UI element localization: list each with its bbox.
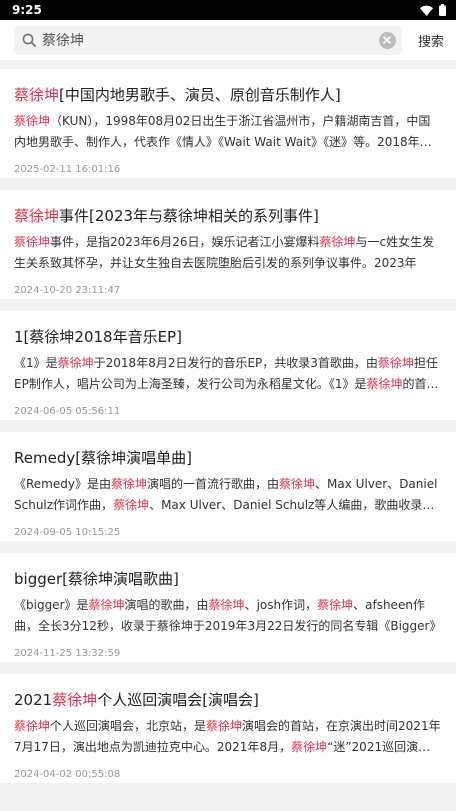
result-description: 蔡徐坤（KUN），1998年08月02日出生于浙江省温州市，户籍湖南吉首，中国内…: [14, 111, 442, 153]
result-title-part: 事件[2023年与蔡徐坤相关的系列事件]: [59, 207, 319, 225]
result-desc-part: 蔡徐坤: [14, 719, 51, 733]
close-icon: [383, 36, 392, 44]
result-title-part: 2021: [14, 691, 53, 709]
status-icons: [420, 4, 446, 16]
result-timestamp: 2024-11-25 13:32:59: [14, 648, 121, 659]
result-description: 蔡徐坤事件，是指2023年6月26日，娱乐记者江小宴爆料蔡徐坤与一c姓女生发生关…: [14, 232, 442, 274]
result-desc-part: 蔡徐坤: [279, 477, 316, 491]
result-timestamp: 2025-02-11 16:01:16: [14, 164, 121, 175]
wifi-icon: [420, 5, 433, 16]
result-card[interactable]: 1[蔡徐坤2018年音乐EP] 《1》是蔡徐坤于2018年8月2日发行的音乐EP…: [0, 311, 456, 420]
result-desc-part: 蔡徐坤: [88, 598, 125, 612]
result-card[interactable]: 2021蔡徐坤个人巡回演唱会[演唱会] 蔡徐坤个人巡回演唱会，北京站，是蔡徐坤演…: [0, 674, 456, 783]
result-title: bigger[蔡徐坤演唱歌曲]: [14, 569, 442, 589]
result-description: 《1》是蔡徐坤于2018年8月2日发行的音乐EP，共收录3首歌曲，由蔡徐坤担任E…: [14, 353, 442, 395]
result-desc-part: 蔡徐坤: [366, 377, 403, 391]
result-desc-part: 演唱的歌曲，由: [124, 598, 209, 612]
clear-search-button[interactable]: [378, 31, 396, 49]
search-box[interactable]: [14, 25, 402, 55]
result-desc-part: 蔡徐坤: [57, 356, 94, 370]
result-description: 蔡徐坤个人巡回演唱会，北京站，是蔡徐坤演唱会的首站，在京演出时间2021年7月1…: [14, 716, 442, 758]
result-title-part: bigger[蔡徐坤演唱歌曲]: [14, 570, 179, 588]
result-title-part: [中国内地男歌手、演员、原创音乐制作人]: [59, 86, 341, 104]
result-desc-part: 于2018年8月2日发行的音乐EP，共收录3首歌曲，由: [93, 356, 378, 370]
result-desc-part: 蔡徐坤: [291, 740, 328, 754]
result-title: 蔡徐坤[中国内地男歌手、演员、原创音乐制作人]: [14, 85, 442, 105]
result-desc-part: 蔡徐坤: [206, 719, 243, 733]
result-desc-part: 事件，是指2023年6月26日，娱乐记者江小宴爆料: [50, 235, 320, 249]
search-button[interactable]: 搜索: [418, 31, 444, 50]
result-desc-part: 演唱的一首流行歌曲，由: [147, 477, 280, 491]
result-timestamp: 2024-10-20 23:11:47: [14, 285, 121, 296]
battery-icon: [439, 4, 446, 16]
result-desc-part: 《bigger》是: [14, 598, 89, 612]
status-bar: 9:25: [0, 0, 456, 20]
result-title-part: 个人巡回演唱会[演唱会]: [97, 691, 259, 709]
result-desc-part: （KUN），1998年08月02日出生于浙江省温州市，户籍湖南吉首，中国内地男歌…: [14, 114, 432, 149]
results-list: 蔡徐坤[中国内地男歌手、演员、原创音乐制作人] 蔡徐坤（KUN），1998年08…: [0, 69, 456, 795]
result-desc-part: 个人巡回演唱会，北京站，是: [50, 719, 207, 733]
result-desc-part: 蔡徐坤: [113, 498, 150, 512]
status-time: 9:25: [12, 3, 42, 17]
result-card[interactable]: bigger[蔡徐坤演唱歌曲] 《bigger》是蔡徐坤演唱的歌曲，由蔡徐坤、j…: [0, 553, 456, 662]
result-desc-part: 《1》是: [14, 356, 58, 370]
result-desc-part: 《Remedy》是由: [14, 477, 111, 491]
result-description: 《Remedy》是由蔡徐坤演唱的一首流行歌曲，由蔡徐坤、Max Ulver、Da…: [14, 474, 442, 516]
result-card[interactable]: 蔡徐坤事件[2023年与蔡徐坤相关的系列事件] 蔡徐坤事件，是指2023年6月2…: [0, 190, 456, 299]
result-title-part: 蔡徐坤: [14, 207, 60, 225]
search-input[interactable]: [42, 32, 379, 48]
result-desc-part: 蔡徐坤: [110, 477, 147, 491]
result-title-part: 蔡徐坤: [52, 691, 98, 709]
search-icon: [22, 33, 36, 47]
result-desc-part: 蔡徐坤: [14, 114, 51, 128]
result-desc-part: 蔡徐坤: [14, 235, 51, 249]
search-bar: 搜索: [0, 20, 456, 60]
result-title: 1[蔡徐坤2018年音乐EP]: [14, 327, 442, 347]
result-title: 蔡徐坤事件[2023年与蔡徐坤相关的系列事件]: [14, 206, 442, 226]
result-desc-part: 、josh作词，: [244, 598, 318, 612]
result-timestamp: 2024-04-02 00:55:08: [14, 769, 121, 780]
result-card[interactable]: 蔡徐坤[中国内地男歌手、演员、原创音乐制作人] 蔡徐坤（KUN），1998年08…: [0, 69, 456, 178]
result-card[interactable]: Remedy[蔡徐坤演唱单曲] 《Remedy》是由蔡徐坤演唱的一首流行歌曲，由…: [0, 432, 456, 541]
result-title-part: 蔡徐坤: [14, 86, 60, 104]
result-title-part: Remedy[蔡徐坤演唱单曲]: [14, 449, 192, 467]
result-desc-part: 蔡徐坤: [317, 598, 354, 612]
result-description: 《bigger》是蔡徐坤演唱的歌曲，由蔡徐坤、josh作词，蔡徐坤、afshee…: [14, 595, 442, 637]
result-timestamp: 2024-09-05 10:15:25: [14, 527, 121, 538]
result-desc-part: 蔡徐坤: [319, 235, 356, 249]
result-title: 2021蔡徐坤个人巡回演唱会[演唱会]: [14, 690, 442, 710]
result-title-part: 1[蔡徐坤2018年音乐EP]: [14, 328, 182, 346]
result-timestamp: 2024-06-05 05:56:11: [14, 406, 121, 417]
result-desc-part: 蔡徐坤: [377, 356, 414, 370]
result-desc-part: 蔡徐坤: [208, 598, 245, 612]
result-title: Remedy[蔡徐坤演唱单曲]: [14, 448, 442, 468]
